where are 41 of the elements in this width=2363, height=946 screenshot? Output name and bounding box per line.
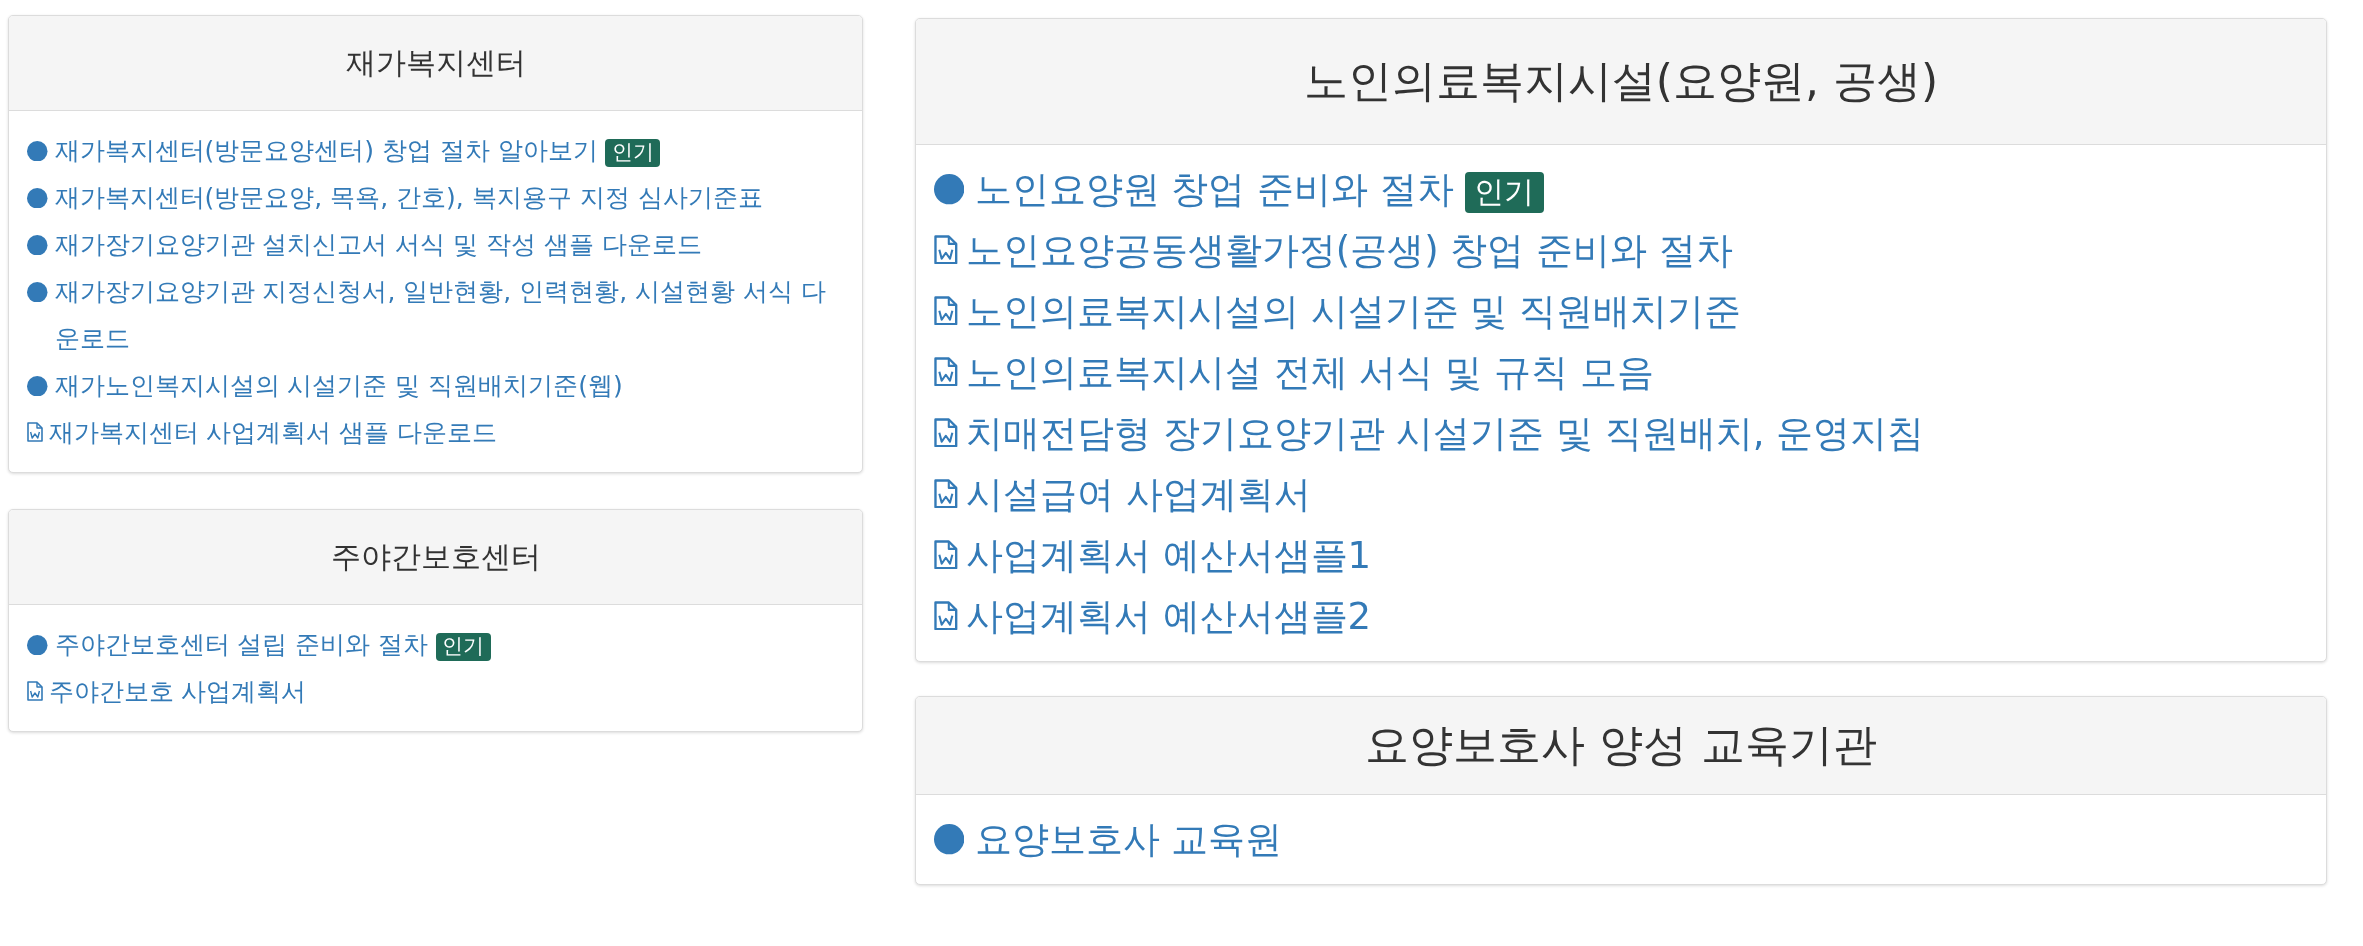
list-link[interactable]: 사업계획서 예산서샘플2 [965, 585, 1372, 647]
bullet-icon [27, 187, 48, 208]
list-link[interactable]: 재가노인복지시설의 시설기준 및 직원배치기준(웹) [54, 362, 623, 409]
bullet-icon [27, 375, 48, 396]
panel-title: 주야간보호센터 [330, 539, 541, 574]
document-icon [934, 417, 958, 448]
document-icon [934, 600, 958, 631]
panel-title: 요양보호사 양성 교육기관 [1365, 718, 1877, 770]
list-link[interactable]: 치매전담형 장기요양기관 시설기준 및 직원배치, 운영지침 [965, 402, 1925, 464]
document-icon [934, 539, 958, 570]
document-icon [934, 234, 958, 265]
document-icon [27, 422, 43, 442]
list-link[interactable]: 재가복지센터(방문요양센터) 창업 절차 알아보기 [54, 127, 598, 174]
list-link[interactable]: 주야간보호센터 설립 준비와 절차 [54, 621, 429, 668]
popular-tag: 인기 [435, 633, 491, 661]
panel-title: 노인의료복지시설(요양원, 공생) [1303, 55, 1939, 106]
list-link[interactable]: 노인의료복지시설 전체 서식 및 규칙 모음 [965, 341, 1654, 403]
document-icon [934, 478, 958, 509]
popular-tag: 인기 [605, 139, 661, 167]
list-link[interactable]: 시설급여 사업계획서 [965, 463, 1311, 525]
bullet-icon [27, 634, 48, 655]
document-icon [934, 356, 958, 387]
list-link[interactable]: 노인요양공동생활가정(공생) 창업 준비와 절차 [965, 219, 1733, 281]
list-link[interactable]: 사업계획서 예산서샘플1 [965, 524, 1372, 586]
document-icon [934, 295, 958, 326]
bullet-icon [27, 281, 48, 302]
popular-tag: 인기 [1464, 171, 1544, 213]
bullet-icon [934, 174, 965, 205]
list-link[interactable]: 재가장기요양기관 지정신청서, 일반현황, 인력현황, 시설현황 서식 다운로드 [54, 268, 844, 362]
bullet-icon [27, 234, 48, 255]
bullet-icon [27, 140, 48, 161]
document-icon [27, 681, 43, 701]
list-link[interactable]: 재가복지센터 사업계획서 샘플 다운로드 [48, 409, 498, 456]
list-link[interactable]: 노인의료복지시설의 시설기준 및 직원배치기준 [965, 280, 1742, 342]
list-link[interactable]: 요양보호사 교육원 [974, 808, 1283, 870]
list-link[interactable]: 재가복지센터(방문요양, 목욕, 간호), 복지용구 지정 심사기준표 [54, 174, 763, 221]
list-link[interactable]: 노인요양원 창업 준비와 절차 [974, 158, 1454, 220]
bullet-icon [934, 824, 965, 855]
list-link[interactable]: 재가장기요양기관 설치신고서 서식 및 작성 샘플 다운로드 [54, 221, 703, 268]
list-link[interactable]: 주야간보호 사업계획서 [48, 668, 307, 715]
panel-title: 재가복지센터 [345, 45, 526, 80]
